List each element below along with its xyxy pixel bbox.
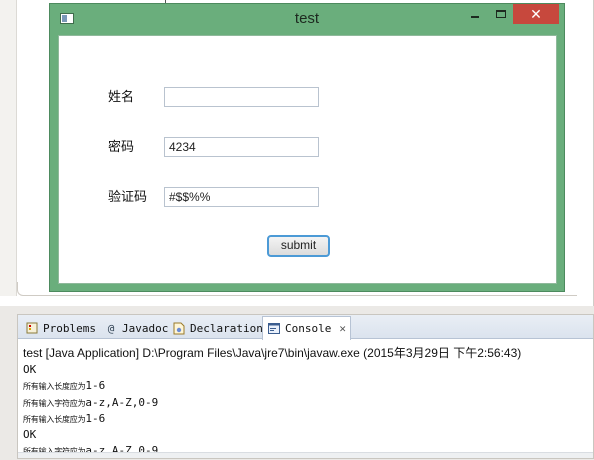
close-icon: ✕ <box>530 5 542 22</box>
declaration-icon <box>172 321 186 335</box>
console-icon <box>267 322 281 336</box>
console-line: OK <box>23 428 37 442</box>
console-line: 所有输入长度应为1-6 <box>23 379 106 393</box>
tab-javadoc[interactable]: @ Javadoc <box>100 317 172 339</box>
tab-console-label: Console <box>285 322 332 335</box>
problems-icon <box>25 321 39 335</box>
password-input[interactable] <box>164 137 319 157</box>
console-output: OK 所有输入长度应为1-6 所有输入字符应为a-z,A-Z,0-9 所有输入长… <box>23 362 158 460</box>
console-line: 所有输入长度应为1-6 <box>23 411 106 425</box>
maximize-icon <box>496 10 506 18</box>
minimize-icon <box>471 16 479 18</box>
close-tab-icon[interactable]: ✕ <box>339 322 346 335</box>
dialog-content: 姓名 密码 验证码 submit <box>58 35 557 284</box>
horizontal-scrollbar[interactable] <box>18 452 593 458</box>
console-line: OK <box>23 363 37 376</box>
tab-javadoc-label: Javadoc <box>122 321 169 335</box>
panel-tab-bar: Problems @ Javadoc Declaration Console ✕ <box>18 315 593 340</box>
tab-declaration[interactable]: Declaration <box>168 317 267 339</box>
close-button[interactable]: ✕ <box>513 4 559 24</box>
maximize-button[interactable] <box>488 4 514 24</box>
tab-problems[interactable]: Problems <box>21 317 100 339</box>
test-dialog-window: test ✕ 姓名 密码 验证码 submit <box>49 3 565 292</box>
console-launch-header: test [Java Application] D:\Program Files… <box>23 346 522 360</box>
console-panel: Problems @ Javadoc Declaration Console ✕… <box>17 314 594 459</box>
window-title-bar[interactable]: test ✕ <box>50 4 564 34</box>
editor-gutter <box>0 0 17 296</box>
at-icon: @ <box>107 321 115 335</box>
captcha-input[interactable] <box>164 187 319 207</box>
submit-button[interactable]: submit <box>267 235 330 257</box>
tab-problems-label: Problems <box>43 321 96 335</box>
console-line: 所有输入字符应为a-z,A-Z,0-9 <box>23 395 159 409</box>
tab-console[interactable]: Console ✕ <box>262 316 351 340</box>
name-label: 姓名 <box>108 89 135 104</box>
minimize-button[interactable] <box>462 4 488 24</box>
tab-declaration-label: Declaration <box>190 321 263 335</box>
captcha-label: 验证码 <box>108 189 148 204</box>
name-input[interactable] <box>164 87 319 107</box>
password-label: 密码 <box>108 139 135 154</box>
